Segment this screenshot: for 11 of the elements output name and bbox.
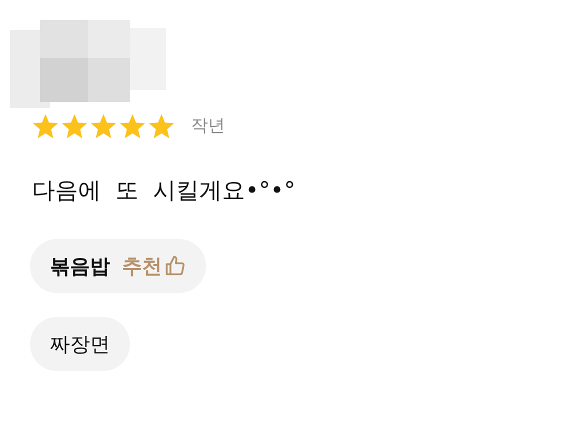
- review-date: 작년: [191, 115, 225, 138]
- star-icon: [61, 114, 88, 140]
- star-icon: [32, 114, 59, 140]
- menu-name: 짜장면: [50, 330, 110, 358]
- recommend-label: 추천: [122, 252, 162, 280]
- star-icon: [90, 114, 117, 140]
- review-text: 다음에 또 시킬게요•°•°: [32, 177, 296, 206]
- thumbs-up-icon: [164, 254, 186, 276]
- menu-name: 볶음밥: [50, 252, 110, 280]
- star-icon: [148, 114, 175, 140]
- star-icon: [119, 114, 146, 140]
